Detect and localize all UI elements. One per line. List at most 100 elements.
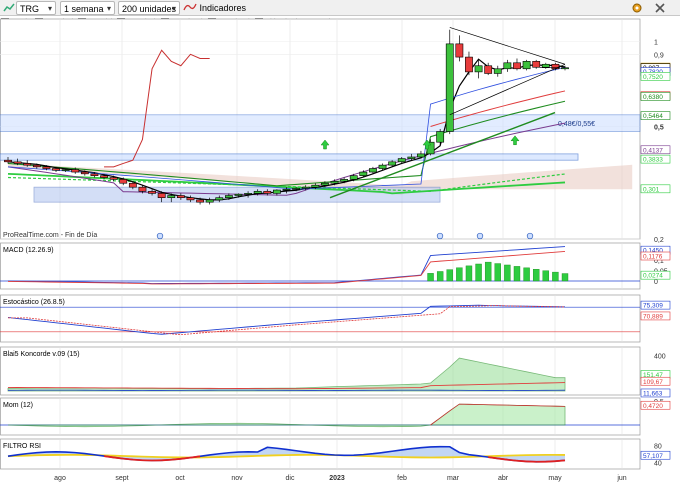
timeframe-label: 1 semana	[64, 4, 104, 14]
price-tick-0,2: 0,2	[654, 237, 664, 244]
chart-canvas: ago sept oct nov dic 2023 feb mar abr may jun 1 0,9 0…	[0, 18, 671, 482]
candle	[100, 175, 108, 178]
macd-histogram-bar	[532, 269, 540, 282]
month-label-2023: 2023	[329, 475, 345, 482]
macd-histogram-bar	[504, 264, 511, 282]
price-badge-label: 0,7520	[643, 74, 663, 81]
event-marker-icon	[526, 232, 534, 240]
rsi-red-segment	[161, 458, 172, 462]
rsi-red-segment	[507, 458, 518, 462]
rsi-red-segment	[516, 459, 527, 463]
candle	[321, 182, 329, 186]
candle	[349, 175, 358, 180]
units-selector[interactable]: 200 unidades	[118, 1, 180, 16]
koncorde-badge-label: 109,67	[643, 379, 663, 386]
candle	[493, 68, 502, 74]
candle	[71, 169, 80, 173]
rsi-title: FILTRO RSI	[3, 443, 41, 450]
macd-histogram-bar	[552, 271, 559, 282]
candle	[263, 190, 272, 194]
stoch-badge-label: 75,309	[643, 303, 663, 310]
candle	[282, 188, 291, 191]
candle	[369, 168, 377, 173]
macd-histogram-bar	[427, 273, 434, 282]
month-label-mar: mar	[447, 475, 460, 482]
koncorde-badge-label: 11,663	[643, 390, 663, 397]
candle	[397, 158, 406, 163]
price-badge-label: 0,4137	[643, 147, 663, 154]
candle	[196, 199, 204, 203]
candle	[80, 171, 89, 175]
macd-badge-label: 0,1176	[643, 254, 663, 261]
candle	[109, 177, 118, 180]
candle	[513, 62, 521, 70]
candle	[561, 67, 569, 70]
candle	[407, 156, 416, 159]
source-label: ProRealTime.com - Fin de Día	[3, 232, 97, 239]
candle	[436, 131, 445, 143]
macd-histogram-bar	[494, 263, 501, 282]
macd-histogram-bar	[513, 266, 521, 282]
rsi-red-segment	[180, 456, 191, 460]
candle	[378, 164, 387, 169]
candle	[90, 173, 99, 176]
settings-icon[interactable]	[630, 1, 644, 15]
price-tick-0,9: 0,9	[654, 52, 664, 59]
price-tick-0,5: 0,5	[654, 124, 664, 131]
macd-histogram-bar	[561, 273, 569, 282]
symbol-selector[interactable]: TRG	[16, 1, 56, 16]
candle	[167, 195, 176, 198]
month-label-ago: ago	[54, 475, 66, 482]
candle	[148, 190, 156, 194]
candle	[474, 65, 483, 73]
indicators-icon	[183, 3, 197, 11]
koncorde-tick: 400	[654, 353, 666, 360]
timeframe-selector[interactable]: 1 semana	[60, 1, 115, 16]
candle	[388, 161, 397, 166]
macd-title: MACD (12.26.9)	[3, 247, 54, 254]
candle	[445, 43, 454, 132]
candle	[465, 56, 473, 73]
event-marker-icon	[156, 232, 164, 240]
candle	[119, 179, 128, 184]
month-label-oct: oct	[175, 475, 184, 482]
rsi-badge-label: 57,107	[643, 453, 663, 460]
candle	[455, 43, 464, 58]
price-badge-label: 0,3833	[643, 157, 663, 164]
macd-histogram-bar	[523, 267, 530, 282]
close-icon[interactable]	[653, 1, 667, 15]
macd-tick: 0	[654, 279, 658, 286]
rsi-tick: 40	[654, 461, 662, 468]
rsi-red-segment	[497, 457, 508, 461]
macd-histogram-bar	[475, 263, 482, 282]
candle	[157, 193, 166, 198]
candle	[186, 197, 195, 201]
mom-badge-label: 0,4720	[643, 403, 663, 410]
candle	[292, 188, 301, 190]
candle	[234, 193, 243, 196]
candle	[532, 61, 541, 68]
candle	[272, 189, 281, 194]
candle	[503, 62, 512, 70]
candle	[253, 190, 262, 194]
price-badge-label: 0,301	[643, 186, 660, 193]
price-badge-label: 0,5464	[643, 113, 663, 120]
rsi-red-segment	[132, 458, 143, 462]
rsi-red-segment	[123, 457, 133, 461]
rsi-tick: 80	[654, 443, 662, 450]
candle	[61, 169, 70, 171]
chart-type-icon[interactable]	[2, 1, 16, 15]
candle	[417, 153, 425, 158]
candle	[176, 195, 185, 198]
stoch-badge-label: 70,889	[643, 313, 663, 320]
month-label-sept: sept	[115, 475, 128, 482]
candle	[522, 61, 531, 70]
indicators-button[interactable]: Indicadores	[183, 1, 255, 15]
macd-histogram-bar	[465, 265, 473, 282]
zone-label: 0,48€/0,55€	[558, 121, 595, 128]
candle	[224, 195, 233, 198]
month-label-feb: feb	[397, 475, 407, 482]
candle	[32, 164, 41, 168]
rsi-red-segment	[171, 457, 181, 461]
candle	[4, 159, 12, 163]
